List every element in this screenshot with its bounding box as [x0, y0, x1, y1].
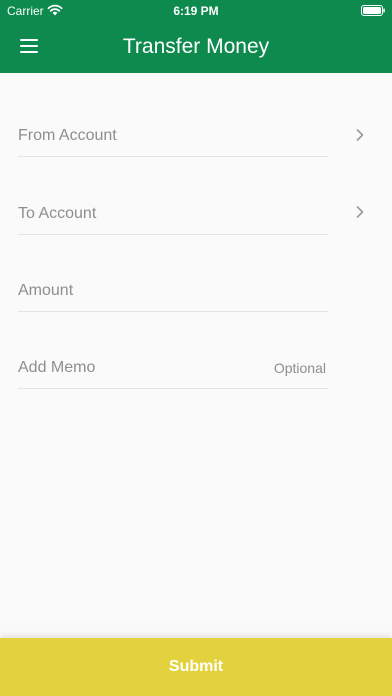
submit-button[interactable]: Submit	[0, 638, 392, 696]
chevron-right-icon[interactable]	[355, 205, 365, 219]
memo-field[interactable]: Add Memo Optional	[18, 348, 328, 389]
chevron-right-icon[interactable]	[355, 128, 365, 142]
memo-optional-hint: Optional	[273, 360, 326, 376]
from-account-placeholder: From Account	[18, 127, 117, 144]
to-account-placeholder: To Account	[18, 205, 97, 222]
memo-placeholder: Add Memo	[18, 359, 96, 376]
battery-icon	[361, 5, 385, 16]
amount-placeholder: Amount	[18, 282, 74, 299]
amount-field[interactable]: Amount	[18, 271, 328, 312]
status-time: 6:19 PM	[173, 4, 219, 18]
to-account-field[interactable]: To Account	[18, 194, 328, 235]
app-header: Carrier 6:19 PM Transfer Money	[0, 0, 392, 73]
from-account-field[interactable]: From Account	[18, 116, 328, 157]
status-bar: Carrier 6:19 PM	[0, 0, 392, 22]
page-title: Transfer Money	[122, 35, 270, 58]
